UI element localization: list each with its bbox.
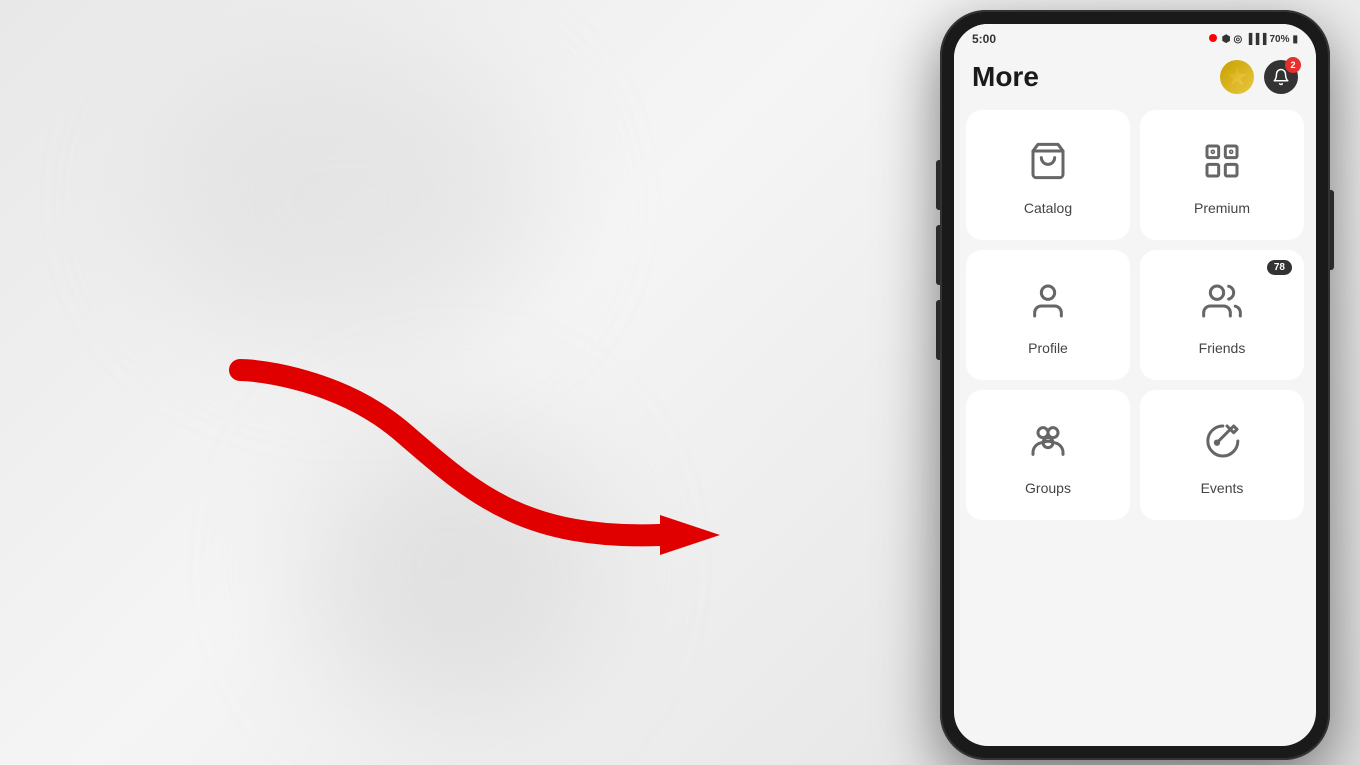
page-title: More xyxy=(972,61,1039,93)
catalog-label: Catalog xyxy=(1024,200,1072,216)
bg-blob-1 xyxy=(150,50,550,350)
coin-inner xyxy=(1226,66,1248,88)
header-icons: 2 xyxy=(1220,60,1298,94)
phone-screen: 5:00 ⬢ ◎ ▐▐▐ 70% ▮ More xyxy=(954,24,1316,746)
friends-menu-item[interactable]: 78 Friends xyxy=(1140,250,1304,380)
catalog-icon xyxy=(1028,141,1068,190)
status-time: 5:00 xyxy=(972,32,996,46)
events-menu-item[interactable]: Events xyxy=(1140,390,1304,520)
menu-grid: Catalog Premium xyxy=(954,102,1316,528)
volume-down-button xyxy=(936,300,940,360)
premium-label: Premium xyxy=(1194,200,1250,216)
wifi-icon: ◎ xyxy=(1233,34,1242,45)
friends-label: Friends xyxy=(1199,340,1246,356)
notification-bell-button[interactable]: 2 xyxy=(1264,60,1298,94)
battery-percent: 70% xyxy=(1269,34,1289,45)
friends-badge: 78 xyxy=(1267,260,1292,275)
profile-menu-item[interactable]: Profile xyxy=(966,250,1130,380)
catalog-menu-item[interactable]: Catalog xyxy=(966,110,1130,240)
bluetooth-icon: ⬢ xyxy=(1222,34,1231,45)
battery-icon: ▮ xyxy=(1292,34,1298,45)
status-icons: ⬢ ◎ ▐▐▐ 70% ▮ xyxy=(1207,34,1298,45)
premium-menu-item[interactable]: Premium xyxy=(1140,110,1304,240)
phone-device: 5:00 ⬢ ◎ ▐▐▐ 70% ▮ More xyxy=(940,10,1330,760)
signal-bars: ▐▐▐ xyxy=(1245,34,1266,45)
profile-icon xyxy=(1028,281,1068,330)
groups-label: Groups xyxy=(1025,480,1071,496)
robux-icon[interactable] xyxy=(1220,60,1254,94)
events-icon xyxy=(1202,421,1242,470)
premium-icon xyxy=(1202,141,1242,190)
mute-button xyxy=(936,160,940,210)
app-header: More 2 xyxy=(954,50,1316,102)
power-button xyxy=(1330,190,1334,270)
groups-icon xyxy=(1028,421,1068,470)
friends-icon xyxy=(1202,281,1242,330)
arrow-annotation xyxy=(180,350,730,610)
events-label: Events xyxy=(1201,480,1244,496)
status-bar: 5:00 ⬢ ◎ ▐▐▐ 70% ▮ xyxy=(954,24,1316,50)
groups-menu-item[interactable]: Groups xyxy=(966,390,1130,520)
record-dot xyxy=(1207,34,1219,45)
volume-up-button xyxy=(936,225,940,285)
phone-body: 5:00 ⬢ ◎ ▐▐▐ 70% ▮ More xyxy=(940,10,1330,760)
notification-badge: 2 xyxy=(1285,57,1301,73)
profile-label: Profile xyxy=(1028,340,1068,356)
